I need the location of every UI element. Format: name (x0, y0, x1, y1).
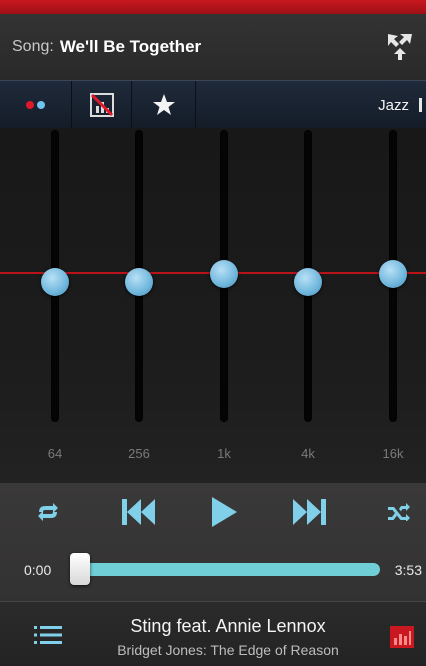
now-playing-bar: Sting feat. Annie Lennox Bridget Jones: … (0, 601, 426, 666)
album-name: Bridget Jones: The Edge of Reason (117, 642, 339, 658)
dots-icon (25, 101, 45, 109)
eq-band-label: 16k (382, 446, 404, 461)
elapsed-time: 0:00 (24, 562, 52, 578)
eq-band-label: 1k (217, 446, 231, 461)
repeat-icon (38, 503, 58, 521)
visualizer-toggle-button[interactable] (72, 81, 132, 129)
previous-button[interactable] (118, 497, 158, 527)
song-title: We'll Be Together (59, 37, 202, 56)
preset-selector[interactable]: Jazz (378, 81, 422, 129)
transport-panel: 0:00 3:53 (0, 483, 426, 601)
duration-time: 3:53 (394, 562, 422, 578)
previous-icon (122, 499, 155, 525)
repeat-button[interactable] (32, 497, 64, 527)
song-label: Song: (12, 38, 54, 55)
play-icon (212, 497, 237, 527)
eq-band-label: 4k (301, 446, 315, 461)
preset-label: Jazz (378, 96, 409, 114)
status-strip (0, 0, 426, 14)
equalizer-icon[interactable] (390, 626, 414, 648)
play-button[interactable] (206, 497, 242, 527)
toolbar: Jazz (0, 80, 426, 129)
channel-button[interactable] (0, 81, 72, 129)
eq-band-label: 64 (47, 446, 63, 461)
eq-slider-knob[interactable] (379, 259, 407, 288)
eq-slider-knob[interactable] (210, 259, 238, 288)
no-visualizer-icon (89, 93, 114, 117)
equalizer-panel: 64 256 1k 4k 16k (0, 128, 426, 483)
progress-track[interactable] (70, 563, 380, 576)
next-button[interactable] (290, 497, 330, 527)
preset-next-indicator (419, 98, 422, 112)
star-icon (152, 94, 175, 115)
song-bar: Song: We'll Be Together (0, 14, 426, 80)
shuffle-button[interactable] (384, 497, 414, 527)
progress-thumb[interactable] (70, 553, 90, 585)
shuffle-icon (388, 503, 410, 521)
share-icon[interactable] (384, 30, 416, 62)
favorite-button[interactable] (132, 81, 196, 129)
artist-name: Sting feat. Annie Lennox (130, 616, 326, 636)
next-icon (293, 499, 326, 525)
list-icon[interactable] (34, 624, 62, 646)
eq-band-label: 256 (128, 446, 150, 461)
